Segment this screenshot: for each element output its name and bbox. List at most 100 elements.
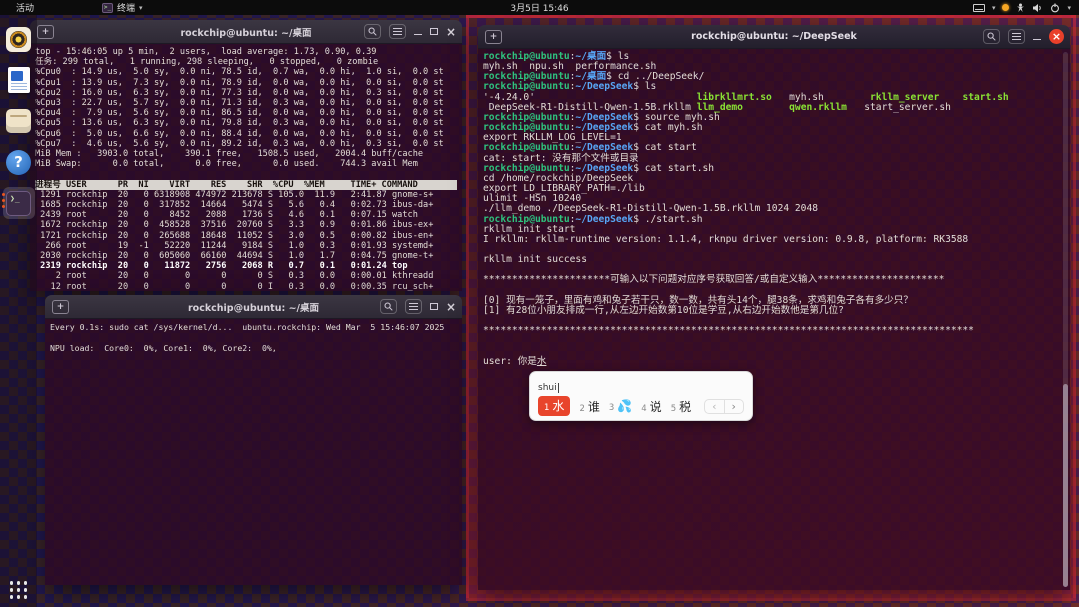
minimize-button[interactable]: [414, 34, 422, 35]
terminal-line: I rkllm: rkllm-runtime version: 1.1.4, r…: [483, 235, 1065, 245]
dock-item-terminal[interactable]: ❯_: [3, 187, 35, 219]
menu-button[interactable]: [405, 299, 422, 314]
rhythmbox-icon: [6, 27, 31, 52]
terminal-line: [483, 347, 1065, 357]
terminal-output[interactable]: top - 15:46:05 up 5 min, 2 users, load a…: [30, 44, 462, 291]
clock[interactable]: 3月5日 15:46: [510, 0, 568, 15]
window-top-monitor: + rockchip@ubuntu: ~/桌面 × top - 15:46:05…: [30, 20, 462, 291]
terminal-app-icon: >_: [102, 3, 113, 13]
titlebar[interactable]: + rockchip@ubuntu: ~/桌面 ×: [30, 20, 462, 44]
volume-icon[interactable]: [1032, 3, 1043, 13]
dock-item-libreoffice-writer[interactable]: [3, 64, 35, 96]
close-button[interactable]: ×: [1049, 29, 1064, 44]
accessibility-icon[interactable]: [1016, 3, 1025, 13]
terminal-output[interactable]: rockchip@ubuntu:~/桌面$ lsmyh.sh npu.sh pe…: [478, 49, 1070, 590]
window-npu-watch: + rockchip@ubuntu: ~/桌面 × Every 0.1s: su…: [45, 295, 462, 585]
desktop: 活动 >_ 终端 ▾ 3月5日 15:46 ▾ ▾: [0, 0, 1079, 607]
terminal-line: 1721 rockchip 20 0 265688 18648 11052 S …: [35, 231, 457, 241]
search-icon: [384, 302, 393, 311]
terminal-line: NPU load: Core0: 0%, Core1: 0%, Core2: 0…: [50, 343, 457, 354]
terminal-line: %Cpu6 : 5.0 us, 6.6 sy, 0.0 ni, 88.4 id,…: [35, 129, 457, 139]
new-tab-button[interactable]: +: [485, 30, 502, 44]
terminal-line: %Cpu1 : 13.9 us, 7.3 sy, 0.0 ni, 78.9 id…: [35, 78, 457, 88]
terminal-line: %Cpu4 : 7.9 us, 5.6 sy, 0.0 ni, 86.5 id,…: [35, 108, 457, 118]
terminal-line: 2 root 20 0 0 0 0 S 0.3 0.0 0:00.01 kthr…: [35, 271, 457, 281]
titlebar[interactable]: + rockchip@ubuntu: ~/DeepSeek ×: [478, 25, 1070, 49]
ime-candidate[interactable]: 1水: [538, 396, 570, 416]
search-button[interactable]: [380, 299, 397, 314]
terminal-line: MiB Swap: 0.0 total, 0.0 free, 0.0 used.…: [35, 159, 457, 169]
activities-button[interactable]: 活动: [12, 1, 38, 14]
terminal-line: %Cpu3 : 22.7 us, 5.7 sy, 0.0 ni, 71.3 id…: [35, 98, 457, 108]
ime-candidate[interactable]: 2谁: [579, 398, 599, 415]
system-tray[interactable]: ▾ ▾: [973, 0, 1075, 15]
terminal-output[interactable]: Every 0.1s: sudo cat /sys/kernel/d... ub…: [45, 319, 462, 585]
dock: ? ❯_: [0, 15, 37, 607]
minimize-button[interactable]: [1033, 39, 1041, 40]
terminal-line: %Cpu7 : 4.6 us, 5.6 sy, 0.0 ni, 89.2 id,…: [35, 139, 457, 149]
ime-candidate-list: 1水 2谁 3💦 4说 5税 ‹›: [538, 396, 744, 416]
window-deepseek-terminal: + rockchip@ubuntu: ~/DeepSeek × rockchip…: [478, 25, 1070, 590]
close-button[interactable]: ×: [446, 302, 456, 312]
terminal-line: 266 root 19 -1 52220 11244 9184 S 1.0 0.…: [35, 241, 457, 251]
terminal-line: [35, 169, 457, 179]
ime-next-page-button[interactable]: ›: [724, 400, 743, 413]
dock-item-files[interactable]: [3, 105, 35, 137]
menu-button[interactable]: [389, 24, 406, 39]
titlebar[interactable]: + rockchip@ubuntu: ~/桌面 ×: [45, 295, 462, 319]
search-button[interactable]: [983, 29, 1000, 44]
ime-candidate[interactable]: 5税: [671, 398, 691, 415]
search-icon: [368, 27, 377, 36]
terminal-line: 2439 root 20 0 8452 2088 1736 S 4.6 0.1 …: [35, 210, 457, 220]
terminal-icon: ❯_: [6, 191, 31, 216]
terminal-line: MiB Mem : 3903.0 total, 390.1 free, 1508…: [35, 149, 457, 159]
close-button[interactable]: ×: [446, 27, 456, 37]
search-icon: [987, 32, 996, 41]
hamburger-menu-icon: [1012, 33, 1021, 40]
chevron-down-icon: ▾: [139, 4, 143, 12]
terminal-line: rkllm init success: [483, 255, 1065, 265]
terminal-line: 1685 rockchip 20 0 317852 14664 5474 S 5…: [35, 200, 457, 210]
dock-item-rhythmbox[interactable]: [3, 23, 35, 55]
terminal-line: %Cpu0 : 14.9 us, 5.0 sy, 0.0 ni, 78.5 id…: [35, 67, 457, 77]
maximize-button[interactable]: [430, 28, 438, 35]
terminal-line: 1291 rockchip 20 0 6318908 474972 213678…: [35, 190, 457, 200]
terminal-line: user: 你是水: [483, 357, 1065, 367]
ime-candidate-popup: shui 1水2谁3💦4说5税‹›: [529, 371, 753, 421]
ime-prev-page-button[interactable]: ‹: [705, 400, 723, 413]
window-title: rockchip@ubuntu: ~/桌面: [188, 300, 319, 314]
ime-candidate[interactable]: 3💦: [609, 399, 632, 413]
recording-indicator-icon: [1002, 4, 1009, 11]
app-indicator-label: 终端: [117, 1, 135, 14]
help-icon: ?: [6, 150, 31, 175]
terminal-line: **********************可输入以下问题对应序号获取回答/或自…: [483, 275, 1065, 285]
maximize-button[interactable]: [430, 303, 438, 310]
terminal-line: 进程号 USER PR NI VIRT RES SHR %CPU %MEM TI…: [35, 180, 457, 190]
libreoffice-writer-icon: [8, 67, 30, 93]
search-button[interactable]: [364, 24, 381, 39]
scrollbar[interactable]: [1063, 52, 1068, 587]
hamburger-menu-icon: [393, 28, 402, 35]
input-method-keyboard-icon[interactable]: [973, 4, 985, 12]
show-applications-button[interactable]: [10, 581, 28, 599]
new-tab-button[interactable]: +: [52, 300, 69, 314]
terminal-line: %Cpu2 : 16.0 us, 6.3 sy, 0.0 ni, 77.3 id…: [35, 88, 457, 98]
app-indicator[interactable]: >_ 终端 ▾: [102, 1, 143, 14]
terminal-line: [1] 有28位小朋友排成一行,从左边开始数第10位是学豆,从右边开始数他是第几…: [483, 306, 1065, 316]
terminal-line: 1672 rockchip 20 0 458528 37516 20760 S …: [35, 220, 457, 230]
terminal-line: top - 15:46:05 up 5 min, 2 users, load a…: [35, 47, 457, 57]
menu-button[interactable]: [1008, 29, 1025, 44]
window-title: rockchip@ubuntu: ~/DeepSeek: [691, 31, 857, 42]
terminal-line: ****************************************…: [483, 326, 1065, 336]
power-icon[interactable]: [1050, 3, 1060, 13]
dock-item-help[interactable]: ?: [3, 146, 35, 178]
scrollbar-thumb[interactable]: [1063, 384, 1068, 587]
window-title: rockchip@ubuntu: ~/桌面: [180, 25, 311, 39]
terminal-line: %Cpu5 : 13.6 us, 6.3 sy, 0.0 ni, 79.8 id…: [35, 118, 457, 128]
running-indicator-dots: [2, 193, 5, 208]
new-tab-button[interactable]: +: [37, 25, 54, 39]
terminal-line: 12 root 20 0 0 0 0 I 0.3 0.0 0:00.35 rcu…: [35, 282, 457, 291]
ime-candidate[interactable]: 4说: [641, 398, 661, 415]
terminal-line: 2319 rockchip 20 0 11872 2756 2068 R 0.7…: [35, 261, 457, 271]
ime-paging: ‹›: [704, 399, 744, 414]
